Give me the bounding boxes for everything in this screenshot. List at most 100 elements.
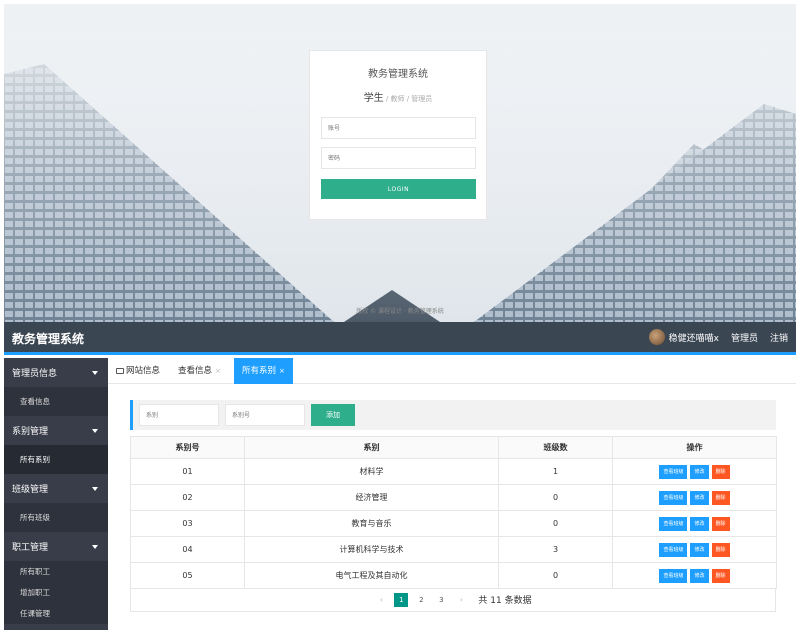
delete-button[interactable]: 删除 [711, 516, 730, 531]
login-footer: 版权 © 课程设计 · 教务管理系统 [356, 308, 444, 315]
dept-no-cell: 04 [130, 536, 245, 563]
pagination: ‹ 1 2 3 › 共 11 条数据 [130, 588, 776, 612]
actions-cell: 查看班级 修改 删除 [612, 510, 777, 537]
departments-table: 系别号 系别 班级数 操作 01 材料学 1 查看班级 修改 删除 02 经济管… [130, 436, 777, 589]
actions-cell: 查看班级 修改 删除 [612, 484, 777, 511]
table-row: 04 计算机科学与技术 3 查看班级 修改 删除 [130, 536, 777, 563]
page-3-button[interactable]: 3 [434, 593, 448, 607]
role-others[interactable]: / 教师 / 管理员 [384, 95, 432, 103]
user-name: 稳健还喵喵x [668, 333, 719, 344]
nav-group-admin-info[interactable]: 管理员信息 [4, 358, 108, 387]
delete-button[interactable]: 删除 [711, 464, 730, 479]
class-count-cell: 0 [498, 562, 613, 589]
department-no-input[interactable] [225, 404, 305, 426]
close-icon[interactable]: × [279, 367, 285, 375]
close-icon[interactable]: × [215, 367, 221, 375]
column-header: 系别号 [130, 436, 245, 459]
nav-item-add-staff[interactable]: 增加职工 [4, 582, 108, 603]
monitor-icon [116, 368, 124, 374]
department-input[interactable] [139, 404, 219, 426]
class-count-cell: 1 [498, 458, 613, 485]
app-title: 教务管理系统 [12, 332, 85, 346]
tab-label: 查看信息 [178, 366, 213, 376]
dept-name-cell: 材料学 [244, 458, 499, 485]
login-button[interactable]: LOGIN [321, 179, 476, 199]
dept-name-cell: 教育与音乐 [244, 510, 499, 537]
password-input[interactable] [321, 147, 476, 169]
view-classes-button[interactable]: 查看班级 [659, 568, 688, 583]
nav-group-label: 班级管理 [12, 485, 49, 495]
username-input[interactable] [321, 117, 476, 139]
edit-button[interactable]: 修改 [690, 490, 709, 505]
delete-button[interactable]: 删除 [711, 542, 730, 557]
dept-no-cell: 02 [130, 484, 245, 511]
edit-button[interactable]: 修改 [690, 516, 709, 531]
edit-button[interactable]: 修改 [690, 542, 709, 557]
dept-no-cell: 05 [130, 562, 245, 589]
column-header: 班级数 [498, 436, 613, 459]
view-classes-button[interactable]: 查看班级 [659, 464, 688, 479]
class-count-cell: 3 [498, 536, 613, 563]
table-row: 05 电气工程及其自动化 0 查看班级 修改 删除 [130, 562, 777, 589]
role-student[interactable]: 学生 [364, 93, 384, 104]
caret-down-icon [92, 428, 98, 433]
total-count: 共 11 条数据 [478, 596, 532, 606]
login-card: 教务管理系统 学生 / 教师 / 管理员 LOGIN [309, 50, 487, 220]
class-count-cell: 0 [498, 484, 613, 511]
dept-name-cell: 电气工程及其自动化 [244, 562, 499, 589]
dept-name-cell: 经济管理 [244, 484, 499, 511]
actions-cell: 查看班级 修改 删除 [612, 536, 777, 563]
next-page-button[interactable]: › [454, 593, 468, 607]
nav-group-staff[interactable]: 职工管理 [4, 532, 108, 561]
dept-no-cell: 03 [130, 510, 245, 537]
nav-item-all-departments[interactable]: 所有系别 [4, 445, 108, 474]
logout-link[interactable]: 注销 [770, 331, 788, 344]
caret-down-icon [92, 486, 98, 491]
nav-group-label: 系别管理 [12, 427, 49, 437]
admin-screenshot: 教务管理系统 稳健还喵喵x 管理员 注销 管理员信息 查看信息 系别管理 所有系… [4, 322, 796, 630]
page-2-button[interactable]: 2 [414, 593, 428, 607]
nav-group-label: 职工管理 [12, 543, 49, 553]
edit-button[interactable]: 修改 [690, 568, 709, 583]
app-header: 教务管理系统 稳健还喵喵x 管理员 注销 [4, 322, 796, 355]
nav-item-all-staff[interactable]: 所有职工 [4, 561, 108, 582]
delete-button[interactable]: 删除 [711, 568, 730, 583]
delete-button[interactable]: 删除 [711, 490, 730, 505]
login-title: 教务管理系统 [368, 69, 428, 80]
add-button[interactable]: 添加 [311, 404, 355, 426]
page-1-button[interactable]: 1 [394, 592, 409, 607]
caret-down-icon [92, 370, 98, 375]
user-menu[interactable]: 稳健还喵喵x [648, 329, 719, 345]
nav-group-classes[interactable]: 班级管理 [4, 474, 108, 503]
filter-bar: 添加 [130, 400, 776, 430]
prev-page-button[interactable]: ‹ [374, 593, 388, 607]
nav-group-departments[interactable]: 系别管理 [4, 416, 108, 445]
tab-view-info[interactable]: 查看信息 × [178, 358, 221, 384]
tab-label: 所有系别 [242, 366, 277, 376]
column-header: 系别 [244, 436, 499, 459]
nav-item-view-info[interactable]: 查看信息 [4, 387, 108, 416]
table-row: 02 经济管理 0 查看班级 修改 删除 [130, 484, 777, 511]
table-row: 03 教育与音乐 0 查看班级 修改 删除 [130, 510, 777, 537]
edit-button[interactable]: 修改 [690, 464, 709, 479]
sidebar: 管理员信息 查看信息 系别管理 所有系别 班级管理 所有班级 职工管理 所有职工… [4, 358, 108, 630]
nav-item-teaching[interactable]: 任课管理 [4, 603, 108, 624]
actions-cell: 查看班级 修改 删除 [612, 458, 777, 485]
view-classes-button[interactable]: 查看班级 [659, 542, 688, 557]
dept-name-cell: 计算机科学与技术 [244, 536, 499, 563]
class-count-cell: 0 [498, 510, 613, 537]
tab-site-info[interactable]: 网站信息 [116, 358, 160, 384]
nav-item-all-classes[interactable]: 所有班级 [4, 503, 108, 532]
role-selector[interactable]: 学生 / 教师 / 管理员 [310, 89, 486, 104]
column-header: 操作 [612, 436, 777, 459]
avatar [648, 329, 665, 345]
view-classes-button[interactable]: 查看班级 [659, 490, 688, 505]
tab-label: 网站信息 [126, 366, 161, 376]
tab-all-departments[interactable]: 所有系别 × [234, 358, 293, 384]
table-row: 01 材料学 1 查看班级 修改 删除 [130, 458, 777, 485]
view-classes-button[interactable]: 查看班级 [659, 516, 688, 531]
caret-down-icon [92, 544, 98, 549]
header-actions: 稳健还喵喵x 管理员 注销 [648, 329, 788, 345]
role-label[interactable]: 管理员 [731, 331, 758, 344]
login-screenshot: 教务管理系统 学生 / 教师 / 管理员 LOGIN 版权 © 课程设计 · 教… [4, 4, 796, 322]
